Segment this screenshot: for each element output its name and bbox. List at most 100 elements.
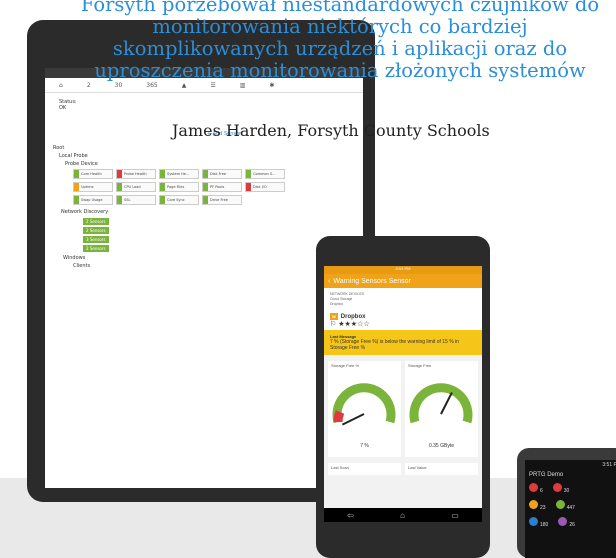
tree-local-probe[interactable]: Local Probe <box>59 153 355 159</box>
last-message-box: Last Message 7 % (Storage Free %) is bel… <box>324 330 482 355</box>
watch-count-value: 447 <box>566 505 575 511</box>
watch-count[interactable]: 26 <box>558 517 575 528</box>
tree-probe-device[interactable]: Probe Device <box>65 161 355 167</box>
last-value-label: Last Value <box>405 463 478 475</box>
quote-line-4: uproszczenia monitorowania złożonych sys… <box>94 59 586 82</box>
home-icon[interactable]: ⌂ <box>59 82 63 89</box>
tree-windows[interactable]: Windows <box>63 255 355 261</box>
recent-apps-icon[interactable]: ▭ <box>451 511 459 520</box>
watch-count-value: 6 <box>540 488 543 494</box>
watch-screen: 3:51 PM PRTG Demo 6 30 23 447 180 26 <box>525 460 616 558</box>
watch-device: 3:51 PM PRTG Demo 6 30 23 447 180 26 <box>517 448 616 558</box>
tree-network-discovery[interactable]: Network Discovery <box>61 209 355 215</box>
watch-count-value: 30 <box>563 488 570 494</box>
sensor-count-badge[interactable]: 2 Sensors <box>83 218 109 225</box>
sensor-tile[interactable]: Page Files <box>159 182 199 192</box>
status-dot-icon <box>552 483 562 492</box>
flag-icon[interactable]: ⚐ <box>330 321 336 328</box>
quote-line-3: skomplikowanych urządzeń i aplikacji ora… <box>112 37 568 60</box>
sensor-tile[interactable]: Common S... <box>245 169 285 179</box>
status-panel: Status: OK <box>45 93 363 113</box>
gauge2-dial <box>409 383 473 424</box>
gear-icon[interactable]: ✱ <box>269 82 274 89</box>
quote-author: James Harden, Forsyth County Schools <box>172 121 490 140</box>
phone-device: 5:03 PM ‹ Warning Sensors Sensor NETWORK… <box>316 236 490 558</box>
gauge2-label: Storage Free <box>408 363 432 368</box>
watch-count[interactable]: 30 <box>552 483 570 494</box>
tree-root[interactable]: Root <box>53 145 355 151</box>
back-icon[interactable]: ‹ <box>328 278 330 285</box>
last-scan-label: Last Scan <box>328 463 401 475</box>
sensor-count-badge[interactable]: 2 Sensors <box>83 227 109 234</box>
watch-counts: 6 30 23 447 180 26 <box>525 480 616 531</box>
scan-row: Last Scan Last Value <box>324 463 482 475</box>
gauge2-value: 0.35 GByte <box>428 443 454 449</box>
sensor-count-badge[interactable]: 2 Sensors <box>83 245 109 252</box>
crumb-3[interactable]: Dropbox <box>330 302 476 307</box>
sensor-label: PF Pools <box>210 185 225 189</box>
gauge1-value: 7 % <box>360 443 369 449</box>
sensor-tile[interactable]: Uptime <box>73 182 113 192</box>
watch-row: 180 26 <box>525 514 616 531</box>
phone-header: ‹ Warning Sensors Sensor <box>324 274 482 288</box>
warning-icon: W <box>330 313 338 320</box>
last-message-text: 7 % (Storage Free %) is below the warnin… <box>330 339 459 351</box>
watch-count-value: 180 <box>540 522 549 528</box>
sensor-tile[interactable]: Drive Free <box>202 195 242 205</box>
watch-count[interactable]: 180 <box>529 517 548 528</box>
sensor-tile[interactable]: CPU Load <box>116 182 156 192</box>
bell-icon[interactable]: ▲ <box>182 82 187 89</box>
sensor-label: Disk I/O <box>253 185 267 189</box>
gauge1-dial <box>332 383 396 426</box>
sensor-tile[interactable]: Disk Free <box>202 169 242 179</box>
watch-count[interactable]: 23 <box>529 500 546 511</box>
watch-count-value: 23 <box>540 505 546 511</box>
gauge-card-2: Storage Free 0.35 GByte <box>405 361 478 457</box>
sensor-grid: Core Health Probe Health System He... Disk … <box>73 169 323 205</box>
tab-365[interactable]: 365 <box>146 82 157 89</box>
sensor-tile[interactable]: Core Health <box>73 169 113 179</box>
watch-count[interactable]: 447 <box>555 500 575 511</box>
status-dot-icon <box>529 483 538 492</box>
sensor-label: Core Health <box>81 172 102 176</box>
watch-title: PRTG Demo <box>529 472 564 478</box>
gauge1-label: Storage Free % <box>331 363 360 368</box>
chart-icon[interactable]: ▥ <box>240 82 246 89</box>
sensor-badges: 2 Sensors 2 Sensors 3 Sensors 2 Sensors <box>53 217 355 253</box>
tree-clients[interactable]: Clients <box>73 263 355 269</box>
watch-row: 23 447 <box>525 497 616 514</box>
sensor-label: CPU Load <box>124 185 141 189</box>
sensor-label: Uptime <box>81 185 94 189</box>
back-nav-icon[interactable]: ⇦ <box>347 511 354 520</box>
sensor-tile[interactable]: PF Pools <box>202 182 242 192</box>
watch-time: 3:51 PM <box>602 462 616 468</box>
priority-stars[interactable]: ★★★☆☆ <box>338 321 369 328</box>
sensor-tile[interactable]: Swap Usage <box>73 195 113 205</box>
sensor-label: Common S... <box>253 172 276 176</box>
sensor-label: Drive Free <box>210 198 228 202</box>
sensor-tile[interactable]: Probe Health <box>116 169 156 179</box>
quote-text: Forsyth porzebował niestandardowych czuj… <box>40 0 616 82</box>
sensor-label: Core Sync <box>167 198 185 202</box>
breadcrumb: NETWORK DEVICES Cloud Storage Dropbox <box>324 288 482 311</box>
sensor-label: System He... <box>167 172 190 176</box>
list-icon[interactable]: ☰ <box>210 82 215 89</box>
sensor-label: SSL <box>124 198 131 202</box>
sensor-tile[interactable]: Core Sync <box>159 195 199 205</box>
watch-count[interactable]: 6 <box>529 483 543 494</box>
phone-header-title: Warning Sensors Sensor <box>333 277 411 285</box>
sensor-label: Disk Free <box>210 172 227 176</box>
gauge1-needle <box>341 413 365 426</box>
status-value: OK <box>59 105 67 111</box>
status-dot-icon <box>529 500 538 509</box>
sensor-tile[interactable]: Disk I/O <box>245 182 285 192</box>
tab-30[interactable]: 30 <box>115 82 123 89</box>
sensor-tile[interactable]: System He... <box>159 169 199 179</box>
sensor-label: Probe Health <box>124 172 147 176</box>
sensor-tile[interactable]: SSL <box>116 195 156 205</box>
watch-count-value: 26 <box>569 522 575 528</box>
sensor-count-badge[interactable]: 3 Sensors <box>83 236 109 243</box>
tab-2[interactable]: 2 <box>87 82 91 89</box>
home-nav-icon[interactable]: ⌂ <box>400 511 405 520</box>
quote-line-1: Forsyth porzebował niestandardowych czuj… <box>80 0 600 16</box>
